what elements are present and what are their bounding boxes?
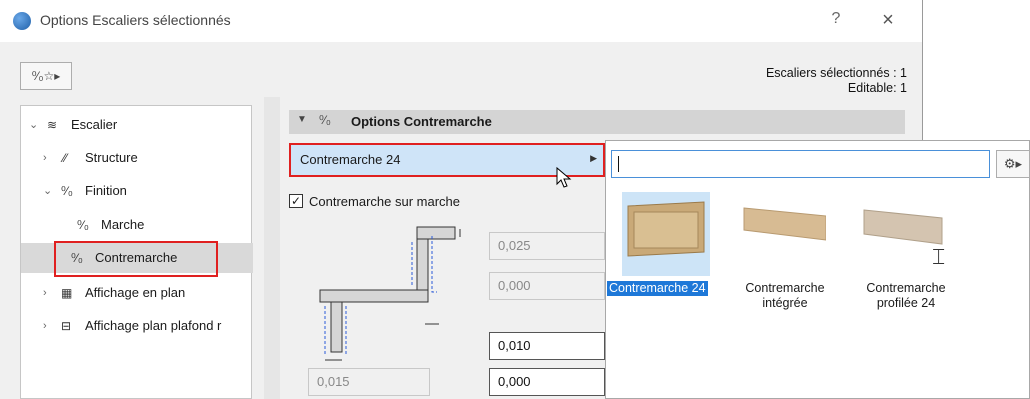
svg-text:⌶: ⌶ [932, 245, 945, 266]
tree-item-label: Affichage plan plafond r [85, 318, 222, 333]
selected-count: Escaliers sélectionnés : 1 [765, 66, 907, 80]
finish-icon: ⁰⁄₀ [61, 184, 73, 198]
help-button[interactable]: ? [826, 10, 846, 32]
favorites-star-icon: ⁰⁄₀☆▸ [31, 69, 61, 83]
riser-diagram [319, 226, 461, 361]
inset-field[interactable]: 0,015 [308, 368, 430, 396]
search-input[interactable] [611, 150, 990, 178]
tree-item-affichage-plan[interactable]: › ▦ Affichage en plan [21, 278, 253, 308]
dropdown-value: Contremarche 24 [300, 152, 401, 167]
section-title: Options Contremarche [351, 114, 492, 129]
bottom-offset-field[interactable]: 0,000 [489, 368, 605, 396]
chevron-right-icon[interactable]: › [43, 143, 55, 173]
tree-item-marche[interactable]: ⁰⁄₀ Marche [21, 210, 253, 240]
chevron-down-icon[interactable]: ⌄ [29, 110, 41, 140]
item-label: Contremarche 24 [607, 281, 708, 296]
ceiling-plan-icon: ⊟ [61, 319, 72, 333]
close-button[interactable]: × [876, 8, 900, 32]
item-label-line2: intégrée [762, 296, 808, 310]
tree-item-label: Structure [85, 150, 138, 165]
riser-on-tread-checkbox[interactable]: ✓ [289, 194, 303, 208]
editable-count: Editable: 1 [847, 81, 907, 95]
mouse-pointer-icon [556, 166, 572, 188]
riser-thumbnail [627, 201, 705, 257]
structure-icon: ⁄⁄ [63, 151, 68, 165]
floor-plan-icon: ▦ [61, 286, 73, 300]
nosing-field[interactable]: 0,010 [489, 332, 605, 360]
checkbox-label: Contremarche sur marche [309, 194, 460, 209]
tree-item-label: Affichage en plan [85, 285, 186, 300]
riser-item-integree[interactable] [742, 196, 827, 269]
section-header[interactable]: ▼ ⁰⁄₀ Options Contremarche [289, 110, 905, 134]
riser-item-contremarche-24[interactable] [624, 196, 708, 269]
chevron-down-icon: ▼ [297, 114, 307, 125]
tree-item-finition[interactable]: ⌄ ⁰⁄₀ Finition [21, 176, 253, 206]
favorites-button[interactable]: ⁰⁄₀☆▸ [20, 62, 72, 90]
tree-item-escalier[interactable]: ⌄ ≋ Escalier [21, 110, 253, 140]
splitter[interactable] [264, 97, 280, 399]
tree-item-label: Escalier [71, 117, 118, 132]
tree-item-contremarche[interactable]: ⁰⁄₀ Contremarche [21, 241, 253, 277]
tree-item-affichage-plafond[interactable]: › ⊟ Affichage plan plafond r [21, 311, 251, 341]
tree-item-label: Finition [85, 183, 127, 198]
riser-icon: ⁰⁄₀ [71, 251, 83, 265]
item-label-line1: Contremarche [866, 281, 946, 295]
tree-item-label: Contremarche [95, 250, 178, 265]
item-label-line2: profilée 24 [876, 296, 936, 310]
title-bar: Options Escaliers sélectionnés ? × [0, 0, 922, 42]
thickness-field[interactable]: 0,025 [489, 232, 605, 260]
stair-icon: ≋ [47, 118, 58, 132]
text-caret [618, 156, 619, 172]
settings-tree: ⌄ ≋ Escalier › ⁄⁄ Structure ⌄ ⁰⁄₀ Finiti… [20, 105, 253, 399]
riser-item-profilee-24[interactable]: ⌶ [862, 196, 946, 270]
dialog-title: Options Escaliers sélectionnés [40, 12, 231, 28]
offset-field[interactable]: 0,000 [489, 272, 605, 300]
riser-thumbnail: ⌶ [863, 209, 945, 270]
app-logo-icon [13, 12, 31, 30]
chevron-right-icon[interactable]: › [43, 311, 55, 341]
riser-thumbnail [743, 207, 827, 241]
chevron-right-icon: ▶ [590, 153, 597, 163]
riser-icon: ⁰⁄₀ [319, 113, 331, 127]
tree-item-label: Marche [101, 217, 145, 232]
chevron-right-icon[interactable]: › [43, 278, 55, 308]
tread-icon: ⁰⁄₀ [77, 218, 89, 232]
gear-icon[interactable]: ⚙▸ [996, 150, 1030, 178]
chevron-down-icon[interactable]: ⌄ [43, 176, 55, 206]
item-label-line1: Contremarche [745, 281, 825, 295]
tree-item-structure[interactable]: › ⁄⁄ Structure [21, 143, 253, 173]
